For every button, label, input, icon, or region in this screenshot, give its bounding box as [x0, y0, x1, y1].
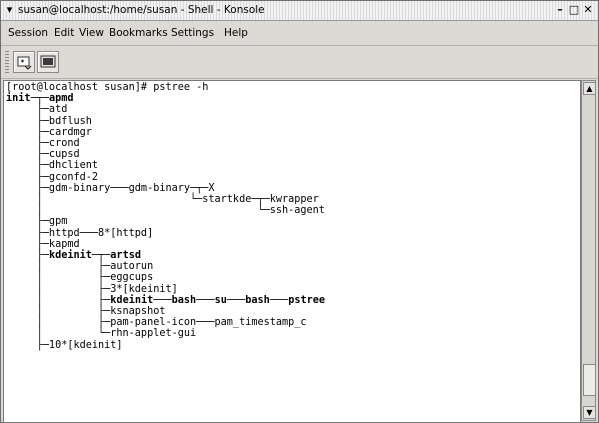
- terminal-line: ├─10*[kdeinit]: [6, 339, 123, 351]
- terminal-line: init─┬─apmd: [6, 93, 74, 105]
- menu-help[interactable]: Help: [224, 27, 248, 40]
- terminal-line: ├─cardmgr: [6, 126, 92, 138]
- terminal-line: ├─gdm-binary───gdm-binary─┬─X: [6, 182, 215, 194]
- terminal-line: [root@localhost susan]# pstree -h: [6, 82, 209, 93]
- terminal-session-button[interactable]: [37, 51, 59, 73]
- terminal-line: │ ├─kdeinit───bash───su───bash───pstree: [36, 294, 326, 306]
- terminal-window-icon: [40, 55, 56, 68]
- scroll-up-arrow-icon[interactable]: ▲: [583, 82, 596, 95]
- terminal-line: ├─atd: [6, 104, 68, 116]
- menu-session[interactable]: Session: [8, 27, 48, 40]
- terminal-line: │ └─ssh-agent: [6, 205, 325, 217]
- menu-settings[interactable]: Settings: [171, 27, 214, 40]
- minimize-button[interactable]: –: [554, 4, 566, 16]
- terminal-line: │ ├─ksnapshot: [6, 306, 166, 318]
- terminal-line: ├─gpm: [6, 216, 68, 228]
- terminal-line: ├─kdeinit─┬─artsd: [36, 250, 141, 262]
- scroll-thumb[interactable]: [583, 364, 596, 396]
- menu-edit[interactable]: Edit: [54, 27, 74, 40]
- terminal-line: │ ├─eggcups: [6, 272, 154, 284]
- terminal-line: ├─httpd───8*[httpd]: [6, 227, 154, 239]
- terminal-line: ├─gconfd-2: [6, 171, 99, 183]
- menu-view[interactable]: View: [79, 27, 104, 40]
- terminal-text: [root@localhost susan]# pstree -h init─┬─…: [4, 81, 580, 351]
- terminal-line: │ └─startkde─┬─kwrapper: [6, 194, 319, 206]
- terminal-output[interactable]: [root@localhost susan]# pstree -h init─┬─…: [3, 80, 581, 423]
- vertical-scrollbar[interactable]: ▲ ▼: [581, 80, 596, 421]
- maximize-button[interactable]: □: [568, 4, 580, 16]
- terminal-line: ├─kapmd: [6, 238, 80, 250]
- menu-bookmarks[interactable]: Bookmarks: [109, 27, 168, 40]
- new-session-button[interactable]: [13, 51, 35, 73]
- terminal-line: ├─bdflush: [6, 115, 92, 127]
- new-session-icon: [17, 56, 32, 70]
- toolbar-grip-handle[interactable]: [5, 51, 9, 73]
- toolbar: [1, 46, 598, 79]
- terminal-line: │ ├─3*[kdeinit]: [6, 283, 178, 295]
- terminal-line: │ ├─autorun: [6, 261, 154, 273]
- window-menu-chevron-down-icon[interactable]: ▾: [4, 4, 15, 15]
- title-bar[interactable]: ▾ susan@localhost:/home/susan - Shell - …: [1, 1, 598, 21]
- menu-bar: Session Edit View Bookmarks Settings Hel…: [1, 21, 598, 46]
- close-button[interactable]: ✕: [582, 4, 594, 16]
- terminal-line: ├─crond: [6, 138, 80, 150]
- terminal-line: ├─cupsd: [6, 149, 80, 161]
- terminal-line: │ ├─pam-panel-icon───pam_timestamp_c: [6, 317, 307, 329]
- terminal-line: │ └─rhn-applet-gui: [6, 328, 197, 340]
- scroll-down-arrow-icon[interactable]: ▼: [583, 406, 596, 419]
- konsole-window: ▾ susan@localhost:/home/susan - Shell - …: [0, 0, 599, 423]
- window-title: susan@localhost:/home/susan - Shell - Ko…: [18, 4, 265, 16]
- terminal-line: ├─dhclient: [6, 160, 99, 172]
